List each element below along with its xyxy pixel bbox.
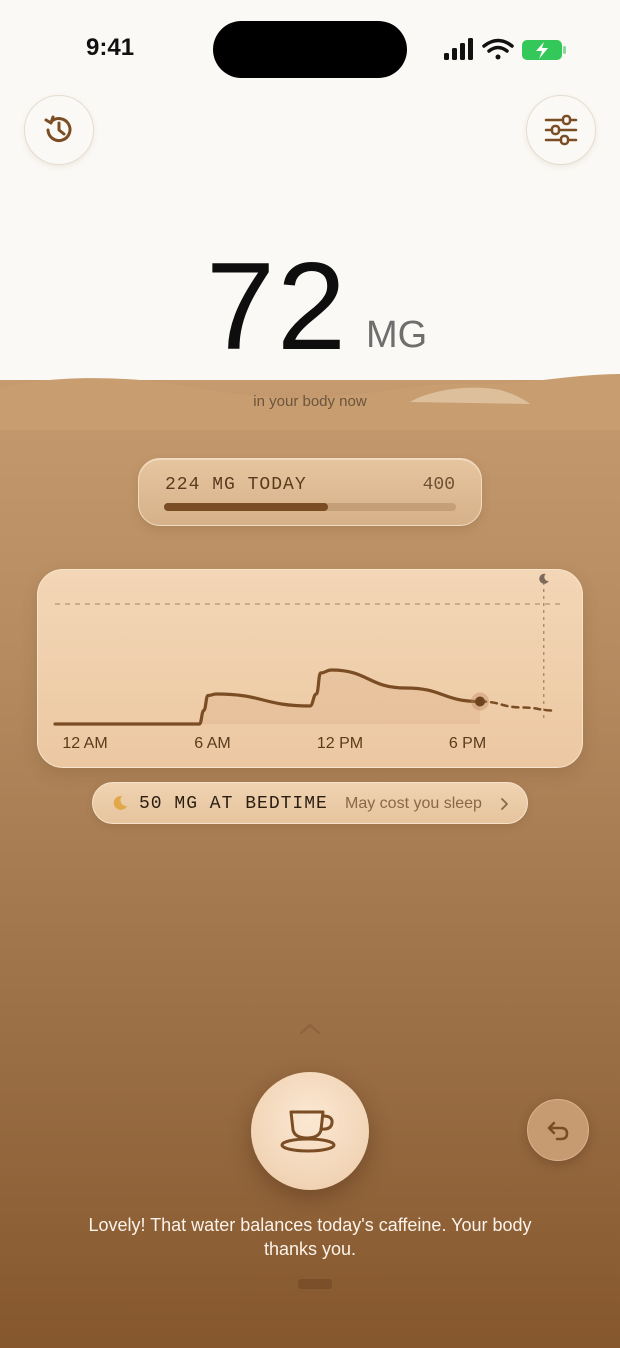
x-tick-label: 6 AM <box>194 735 230 752</box>
x-tick-label: 6 PM <box>449 735 486 752</box>
daily-progress-track <box>164 503 456 511</box>
caffeine-unit: MG <box>366 314 428 356</box>
coffee-cup-icon <box>280 1110 336 1153</box>
daily-limit-label: 400 <box>422 475 455 495</box>
feedback-message: Lovely! That water balances today's caff… <box>88 1215 532 1259</box>
x-tick-label: 12 AM <box>62 735 107 752</box>
x-tick-label: 12 PM <box>317 735 363 752</box>
bedtime-forecast-pill[interactable]: 50 MG AT BEDTIME · May cost you sleep <box>92 782 528 824</box>
chevron-right-icon <box>501 798 508 810</box>
sliders-icon <box>544 114 578 146</box>
history-icon <box>44 115 72 143</box>
caffeine-amount: 72 <box>206 238 348 376</box>
page-indicator <box>298 1279 332 1289</box>
current-point <box>475 696 485 707</box>
moon-icon <box>113 795 127 810</box>
battery-charging-icon <box>522 40 566 60</box>
caffeine-chart: 12 AM 6 AM 12 PM 6 PM <box>53 573 565 752</box>
amount-caption: in your body now <box>253 393 367 410</box>
chevron-up-icon[interactable] <box>298 1022 322 1036</box>
undo-icon <box>547 1121 569 1141</box>
wifi-icon <box>482 38 514 60</box>
daily-total-label: 224 MG TODAY <box>165 475 307 495</box>
add-drink-button[interactable] <box>251 1072 369 1190</box>
daily-total-card[interactable]: 224 MG TODAY 400 <box>138 458 482 526</box>
status-time: 9:41 <box>86 34 135 61</box>
bedtime-amount: 50 MG AT BEDTIME <box>139 794 328 814</box>
daily-progress-fill <box>164 503 328 511</box>
caffeine-chart-card[interactable]: 12 AM 6 AM 12 PM 6 PM <box>37 569 583 768</box>
status-icons <box>444 38 566 60</box>
history-button[interactable] <box>24 95 94 165</box>
series-area <box>55 670 480 724</box>
dynamic-island <box>213 21 407 78</box>
undo-button[interactable] <box>527 1099 589 1161</box>
settings-button[interactable] <box>526 95 596 165</box>
bedtime-moon-marker <box>539 573 549 584</box>
cellular-signal-icon <box>444 38 473 60</box>
bedtime-note: May cost you sleep <box>345 795 482 812</box>
